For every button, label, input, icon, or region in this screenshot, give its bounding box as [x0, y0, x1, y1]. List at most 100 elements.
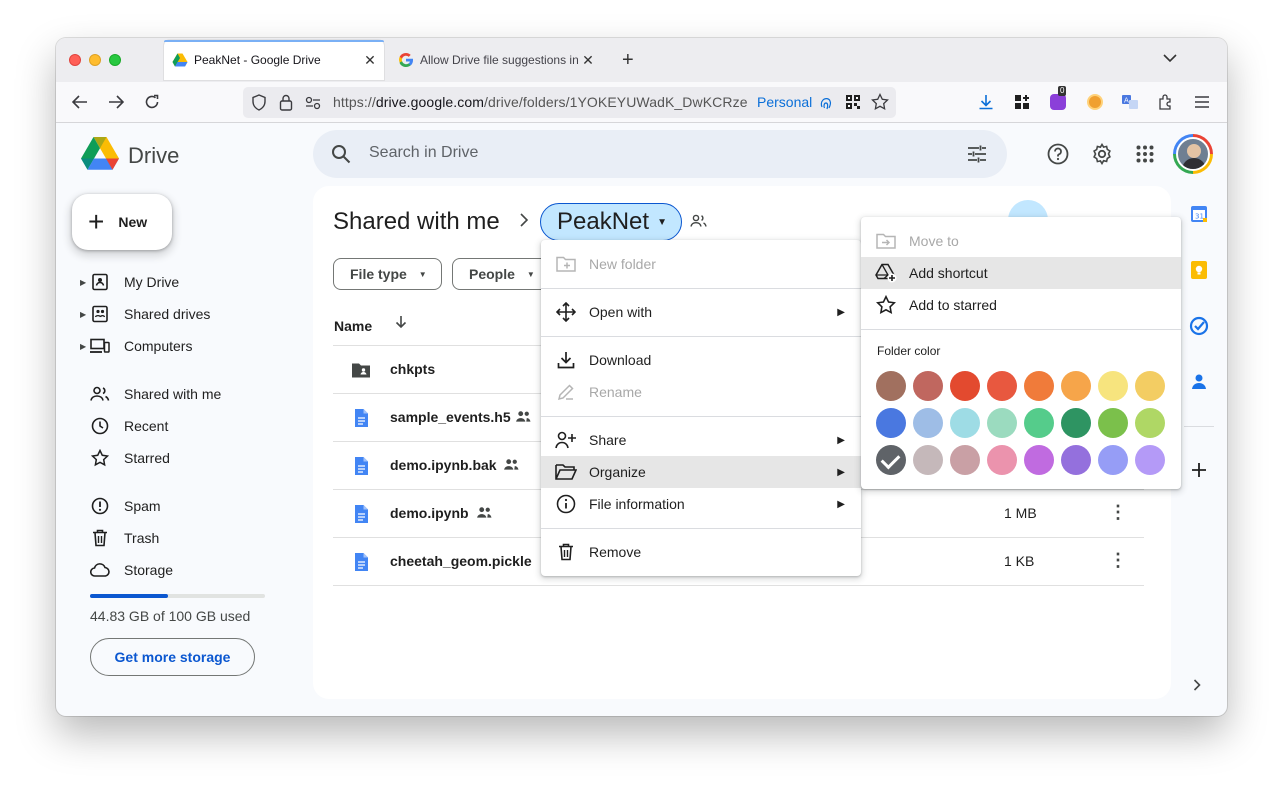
file-name: chkpts [390, 361, 436, 377]
file-name: sample_events.h5 [390, 409, 511, 425]
expand-caret-icon[interactable]: ▶ [80, 278, 86, 287]
shared-people-icon [476, 506, 493, 524]
folder-color-swatch[interactable] [1024, 445, 1054, 475]
menu-item-organize[interactable]: Organize ▶ [541, 456, 861, 488]
folder-color-swatch[interactable] [1135, 408, 1165, 438]
folder-color-swatch[interactable] [950, 408, 980, 438]
new-tab-icon[interactable]: + [622, 50, 634, 70]
folder-color-swatch[interactable] [1061, 445, 1091, 475]
folder-color-swatch[interactable] [1061, 371, 1091, 401]
zoom-window-button[interactable] [109, 54, 121, 66]
sidebar-item-label: Trash [124, 530, 160, 546]
filter-label: File type [350, 266, 407, 282]
close-tab-icon[interactable]: ✕ [578, 52, 598, 69]
minimize-window-button[interactable] [89, 54, 101, 66]
menu-item-move-to[interactable]: Move to [861, 225, 1181, 257]
folder-color-swatch[interactable] [1061, 408, 1091, 438]
collapse-side-panel-chevron-icon[interactable] [1193, 678, 1201, 696]
breadcrumb-current-folder[interactable]: PeakNet ▼ [540, 203, 682, 241]
clock-icon [90, 416, 110, 436]
new-button[interactable]: + New [72, 194, 172, 250]
menu-item-rename[interactable]: Rename [541, 376, 861, 408]
folder-color-swatch[interactable] [1098, 445, 1128, 475]
url-bar[interactable]: https://drive.google.com/drive/folders/1… [243, 87, 896, 118]
sort-arrow-down-icon[interactable] [395, 315, 407, 334]
hamburger-menu-icon[interactable] [1190, 90, 1214, 114]
tab-allow-suggestions[interactable]: Allow Drive file suggestions in C ✕ [392, 40, 602, 80]
menu-item-new-folder[interactable]: New folder [541, 248, 861, 280]
folder-color-swatch[interactable] [1098, 408, 1128, 438]
svg-text:31: 31 [1195, 213, 1204, 221]
settings-gear-icon[interactable] [1082, 134, 1122, 174]
folder-color-swatch[interactable] [1024, 408, 1054, 438]
sidebar-item-label: Starred [124, 450, 170, 466]
folder-color-swatch[interactable] [987, 371, 1017, 401]
menu-item-add-to-starred[interactable]: Add to starred [861, 289, 1181, 321]
folder-color-swatch[interactable] [987, 408, 1017, 438]
lock-icon[interactable] [279, 94, 293, 116]
keep-icon[interactable] [1187, 258, 1211, 282]
add-addon-plus-icon[interactable] [1187, 458, 1211, 482]
close-window-button[interactable] [69, 54, 81, 66]
menu-item-download[interactable]: Download [541, 344, 861, 376]
search-icon[interactable] [331, 144, 351, 169]
shield-icon[interactable] [251, 94, 267, 116]
contacts-icon[interactable] [1187, 370, 1211, 394]
folder-color-swatch[interactable] [913, 445, 943, 475]
chevron-down-icon[interactable] [1163, 52, 1177, 66]
qr-code-icon[interactable] [845, 94, 861, 115]
forward-icon[interactable] [104, 90, 128, 114]
get-more-storage-button[interactable]: Get more storage [90, 638, 255, 676]
filter-people[interactable]: People ▼ [452, 258, 550, 290]
downloads-icon[interactable] [974, 90, 998, 114]
translate-icon[interactable]: A [1118, 90, 1142, 114]
extension-orange-icon[interactable] [1083, 90, 1107, 114]
folder-color-swatch[interactable] [987, 445, 1017, 475]
folder-color-swatch[interactable] [1135, 371, 1165, 401]
more-options-icon[interactable]: ⋮ [1109, 550, 1127, 571]
column-header-name[interactable]: Name [334, 318, 372, 334]
folder-color-swatch[interactable] [913, 408, 943, 438]
tasks-icon[interactable] [1187, 314, 1211, 338]
folder-color-swatch[interactable] [950, 445, 980, 475]
filter-file-type[interactable]: File type ▼ [333, 258, 442, 290]
fingerprint-icon[interactable] [820, 95, 832, 115]
menu-item-remove[interactable]: Remove [541, 536, 861, 568]
folder-color-swatch[interactable] [876, 445, 906, 475]
search-options-icon[interactable] [967, 144, 987, 169]
drive-logo-icon[interactable] [81, 136, 119, 170]
breadcrumb-root[interactable]: Shared with me [333, 208, 500, 236]
folder-color-swatch[interactable] [1098, 371, 1128, 401]
folder-color-swatch[interactable] [876, 371, 906, 401]
calendar-icon[interactable]: 31 [1187, 202, 1211, 226]
more-options-icon[interactable]: ⋮ [1109, 502, 1127, 523]
back-icon[interactable] [68, 90, 92, 114]
menu-item-add-shortcut[interactable]: Add shortcut [861, 257, 1181, 289]
extension-badge-icon[interactable]: 0 [1046, 86, 1070, 114]
reload-icon[interactable] [140, 90, 164, 114]
close-tab-icon[interactable]: ✕ [360, 52, 380, 69]
bookmark-star-icon[interactable] [871, 92, 889, 116]
folder-color-swatch[interactable] [1024, 371, 1054, 401]
menu-item-share[interactable]: Share ▶ [541, 424, 861, 456]
shared-people-icon[interactable] [690, 214, 708, 233]
extensions-puzzle-icon[interactable] [1154, 90, 1178, 114]
help-icon[interactable] [1038, 134, 1078, 174]
folder-color-swatch[interactable] [950, 371, 980, 401]
apps-grid-icon[interactable] [1125, 134, 1165, 174]
folder-color-swatch[interactable] [876, 408, 906, 438]
folder-color-swatch[interactable] [1135, 445, 1165, 475]
shared-people-icon [515, 410, 532, 428]
folder-color-swatch[interactable] [913, 371, 943, 401]
tab-peaknet[interactable]: PeakNet - Google Drive ✕ [164, 40, 384, 80]
menu-item-file-information[interactable]: File information ▶ [541, 488, 861, 520]
expand-caret-icon[interactable]: ▶ [80, 342, 86, 351]
extension-grid-icon[interactable] [1010, 90, 1034, 114]
expand-caret-icon[interactable]: ▶ [80, 310, 86, 319]
menu-item-open-with[interactable]: Open with ▶ [541, 296, 861, 328]
search-bar[interactable]: Search in Drive [313, 130, 1007, 178]
google-favicon-icon [399, 53, 413, 67]
account-avatar[interactable] [1173, 134, 1213, 174]
search-input[interactable]: Search in Drive [369, 144, 478, 162]
permissions-icon[interactable] [305, 96, 321, 115]
